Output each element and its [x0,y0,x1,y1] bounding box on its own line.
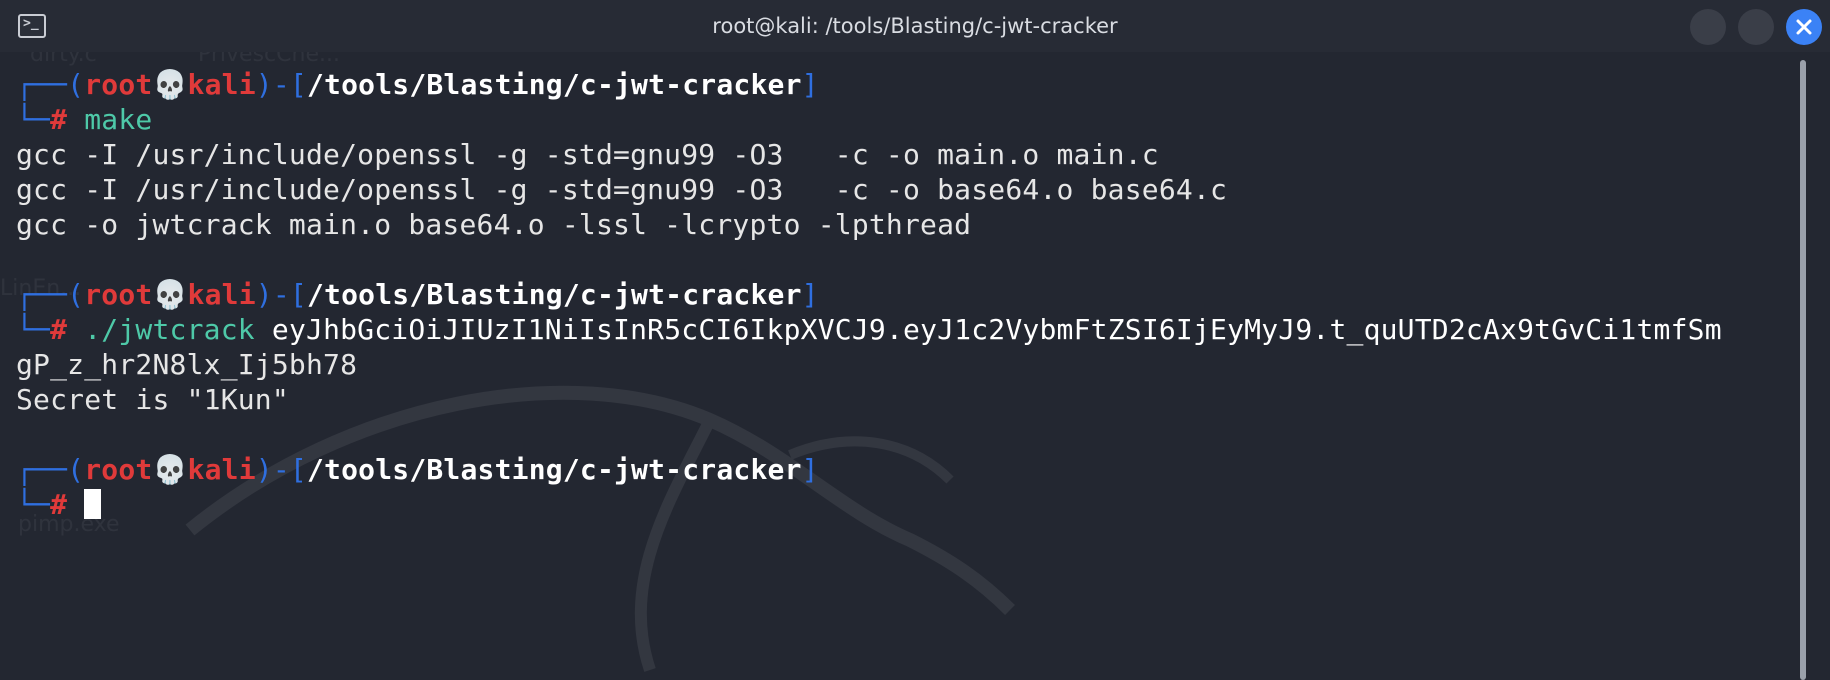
command-line-wrap: gP_z_hr2N8lx_Ij5bh78 [16,348,358,381]
scrollbar[interactable] [1800,60,1806,680]
terminal-output[interactable]: ┌──(root💀kali)-[/tools/Blasting/c-jwt-cr… [0,52,1800,680]
output-line: gcc -o jwtcrack main.o base64.o -lssl -l… [16,208,972,241]
close-icon [1796,19,1812,35]
window-title: root@kali: /tools/Blasting/c-jwt-cracker [712,14,1118,38]
skull-icon: 💀 [152,68,188,101]
prompt-line: ┌──(root💀kali)-[/tools/Blasting/c-jwt-cr… [16,453,819,486]
command-line: └─# ./jwtcrack eyJhbGciOiJIUzI1NiIsInR5c… [16,313,1722,346]
command-input-line[interactable]: └─# [16,487,102,522]
prompt-line: ┌──(root💀kali)-[/tools/Blasting/c-jwt-cr… [16,68,819,101]
skull-icon: 💀 [152,453,188,486]
title-bar[interactable]: >_ root@kali: /tools/Blasting/c-jwt-crac… [0,0,1830,52]
maximize-button[interactable] [1738,9,1774,45]
minimize-button[interactable] [1690,9,1726,45]
output-line: gcc -I /usr/include/openssl -g -std=gnu9… [16,138,1159,171]
prompt-line: ┌──(root💀kali)-[/tools/Blasting/c-jwt-cr… [16,278,819,311]
text-cursor [84,489,102,519]
output-line: Secret is "1Kun" [16,383,289,416]
output-line: gcc -I /usr/include/openssl -g -std=gnu9… [16,173,1228,206]
terminal-window: dirty.c PrivescChe... LinEn... pimp.exe … [0,0,1830,680]
skull-icon: 💀 [152,278,188,311]
command-line: └─# make [16,103,153,136]
close-button[interactable] [1786,9,1822,45]
